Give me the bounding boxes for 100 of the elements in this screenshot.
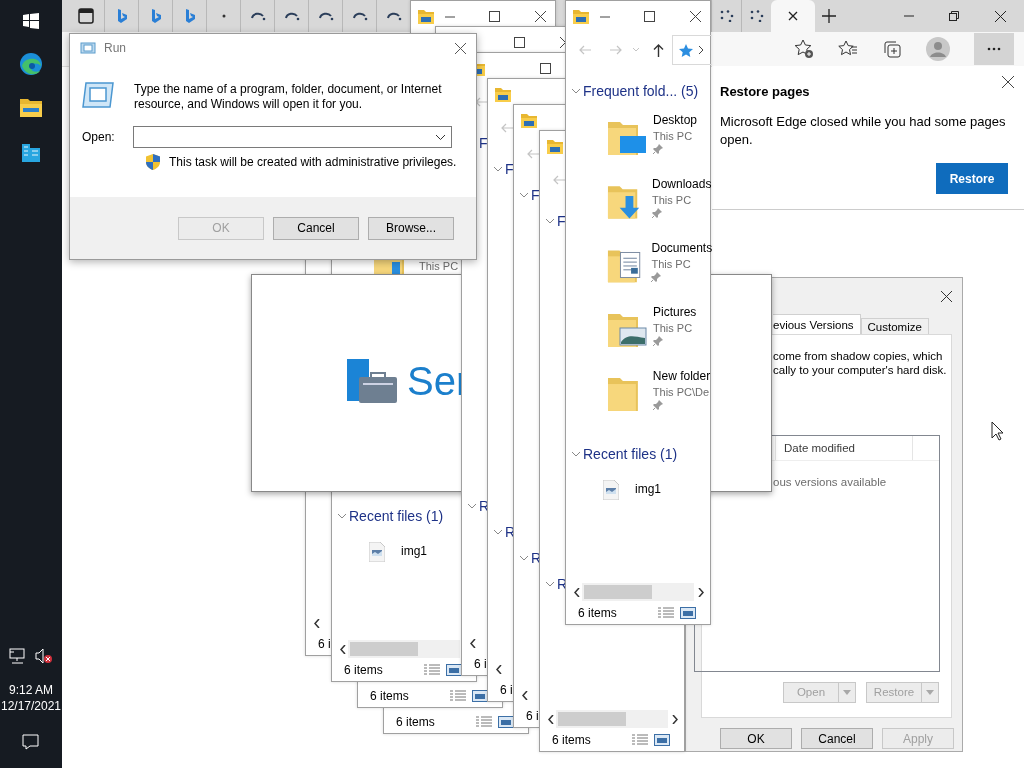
folder-name[interactable]: Documents (651, 240, 713, 256)
windows-logo-icon[interactable] (23, 13, 39, 29)
bing-tab-icon (150, 9, 161, 23)
folder-name[interactable]: Downloads (652, 176, 712, 192)
run-icon (82, 82, 114, 108)
section-header[interactable]: F (531, 187, 540, 203)
chevron-down-icon[interactable] (572, 451, 580, 457)
close-icon[interactable] (455, 42, 466, 54)
volume-muted-icon[interactable] (35, 648, 53, 664)
admin-note: This task will be created with administrative privileges. (169, 155, 457, 169)
section-header[interactable]: Frequent fold... (5) (583, 83, 699, 99)
scroll-left-icon[interactable] (314, 618, 320, 628)
minimize-icon[interactable] (600, 15, 610, 18)
dialog-button[interactable]: OK (720, 728, 792, 749)
shield-icon (146, 154, 160, 170)
item-count: 6 items (578, 605, 617, 620)
loading-tab-icon (317, 11, 334, 21)
chevron-down-icon[interactable] (468, 503, 476, 509)
chevron-down-icon[interactable] (338, 513, 346, 519)
address-bar[interactable] (672, 35, 712, 65)
add-favorite-icon[interactable] (794, 39, 814, 59)
maximize-icon[interactable] (513, 37, 525, 48)
section-header[interactable]: F (505, 161, 514, 177)
large-icons-view-icon[interactable] (498, 715, 514, 728)
dialog-tab[interactable]: evious Versions (773, 314, 861, 334)
minimize-icon[interactable] (445, 15, 455, 18)
chevron-down-icon[interactable] (520, 192, 528, 198)
close-icon[interactable] (941, 290, 952, 302)
scroll-left-icon[interactable] (470, 638, 476, 648)
chevron-down-icon[interactable] (546, 218, 554, 224)
folder-name[interactable]: New folder (652, 368, 711, 384)
section-header[interactable]: Recent files (1) (583, 446, 678, 462)
image-file-icon (369, 542, 385, 562)
maximize-icon[interactable] (488, 11, 500, 22)
scrollbar-thumb[interactable] (558, 712, 626, 726)
folder-location: This PC (653, 129, 693, 144)
dialog-button[interactable]: Browse... (368, 216, 454, 240)
scrollbar-thumb[interactable] (350, 642, 418, 656)
close-icon[interactable] (995, 10, 1007, 22)
dialog-button[interactable]: Cancel (273, 216, 359, 240)
close-icon[interactable] (1002, 76, 1014, 88)
scroll-left-icon[interactable] (548, 714, 554, 724)
network-icon[interactable] (9, 648, 27, 664)
close-icon[interactable] (534, 11, 546, 22)
edge-icon[interactable] (19, 52, 43, 76)
bing-tab-icon (116, 9, 127, 23)
maximize-icon[interactable] (643, 11, 655, 22)
profile-icon[interactable] (926, 37, 950, 61)
open-field[interactable] (133, 126, 452, 148)
loading-tab-icon (221, 14, 226, 18)
file-name[interactable]: img1 (635, 482, 661, 498)
more-icon (987, 47, 1001, 51)
new-tab-icon[interactable] (822, 9, 836, 23)
tab-actions-icon[interactable] (78, 8, 94, 24)
folder-location: This PC (652, 193, 692, 208)
close-tab-icon[interactable] (788, 11, 798, 21)
chevron-down-icon[interactable] (546, 581, 554, 587)
folder-location: This PC\De (652, 385, 710, 400)
scroll-right-icon[interactable] (698, 587, 704, 597)
scroll-left-icon[interactable] (496, 664, 502, 674)
folder-icon[interactable] (20, 99, 42, 117)
file-name[interactable]: img1 (401, 544, 427, 560)
scroll-left-icon[interactable] (522, 690, 528, 700)
chevron-down-icon[interactable] (494, 166, 502, 172)
up-arrow-icon[interactable] (653, 43, 664, 57)
dropdown-icon (436, 134, 445, 140)
back-arrow-icon[interactable] (475, 97, 487, 107)
large-icons-view-icon[interactable] (446, 663, 462, 676)
dialog-tab[interactable]: Customize (860, 318, 929, 334)
scrollbar-thumb[interactable] (584, 585, 652, 599)
section-header[interactable]: F (479, 135, 488, 151)
large-icons-view-icon[interactable] (472, 689, 488, 702)
scroll-left-icon[interactable] (574, 587, 580, 597)
chevron-down-icon[interactable] (494, 529, 502, 535)
scroll-left-icon[interactable] (340, 644, 346, 654)
clock-time[interactable]: 9:12 AM (9, 682, 53, 698)
chevron-down-icon[interactable] (520, 555, 528, 561)
large-icons-view-icon[interactable] (654, 733, 670, 746)
item-count: 6 i (526, 708, 539, 723)
restore-icon[interactable] (949, 11, 960, 21)
close-icon[interactable] (689, 11, 701, 22)
notification-icon[interactable] (22, 734, 40, 750)
collections-icon[interactable] (882, 39, 902, 59)
section-header[interactable]: Recent files (1) (349, 508, 444, 524)
large-icons-view-icon[interactable] (680, 606, 696, 619)
restore-button[interactable]: Restore (936, 163, 1008, 194)
section-header[interactable]: F (557, 213, 566, 229)
maximize-icon[interactable] (539, 63, 551, 74)
bing-tab-icon (184, 9, 195, 23)
chevron-down-icon[interactable] (572, 88, 580, 94)
image-file-icon (603, 480, 619, 500)
dialog-button[interactable]: Cancel (801, 728, 873, 749)
description-text: cally to your computer's hard disk. (773, 363, 948, 377)
loading-tab-icon (385, 11, 402, 21)
folder-location: This PC (651, 257, 691, 272)
folder-name[interactable]: Desktop (653, 112, 698, 128)
clock-date[interactable]: 12/17/2021 (0, 698, 62, 714)
scroll-right-icon[interactable] (672, 714, 678, 724)
column-header[interactable]: Date modified (775, 436, 913, 460)
folder-name[interactable]: Pictures (653, 304, 697, 320)
